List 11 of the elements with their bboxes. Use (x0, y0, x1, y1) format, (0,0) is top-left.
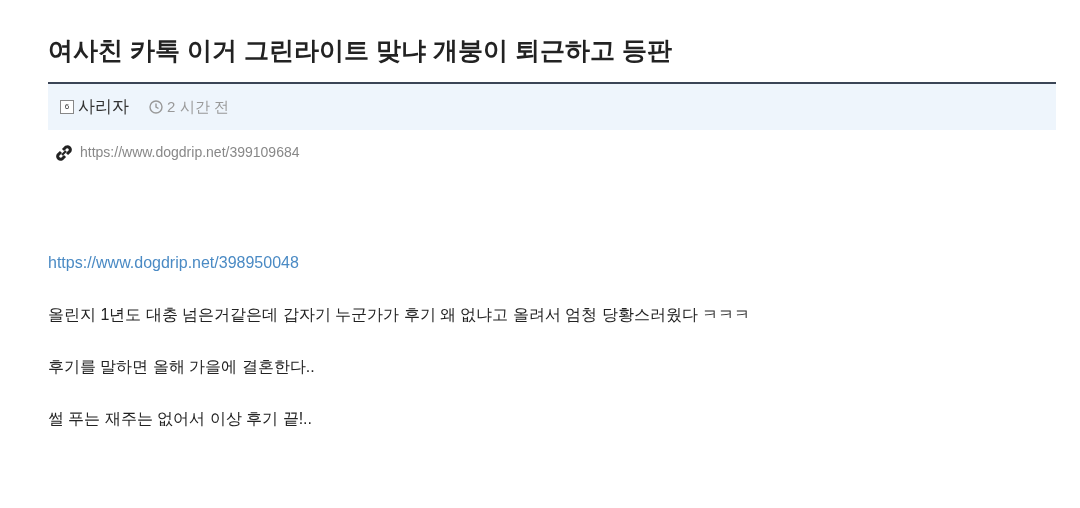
post-title: 여사친 카톡 이거 그린라이트 맞냐 개붕이 퇴근하고 등판 (48, 35, 673, 66)
author-name[interactable]: 사리자 (78, 94, 129, 120)
post-time: 2 시간 전 (167, 96, 229, 117)
level-badge: 6 (60, 100, 74, 114)
body-paragraph: 후기를 말하면 올해 가을에 결혼한다.. (48, 357, 316, 377)
body-paragraph: 썰 푸는 재주는 없어서 이상 후기 끝!.. (48, 409, 313, 429)
body-paragraph: 올린지 1년도 대충 넘은거같은데 갑자기 누군가가 후기 왜 없냐고 올려서 엄청 당황스러웠다 ㅋㅋㅋ (48, 305, 752, 325)
permalink[interactable]: https://www.dogdrip.net/399109684 (80, 142, 300, 163)
body-link[interactable]: https://www.dogdrip.net/398950048 (48, 251, 299, 275)
clock-icon (149, 100, 163, 114)
link-icon (54, 142, 74, 163)
